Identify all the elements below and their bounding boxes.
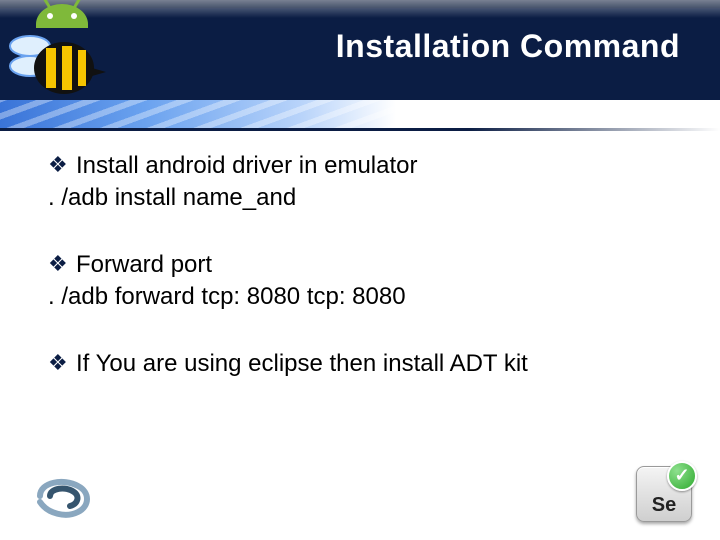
command-line: . /adb forward tcp: 8080 tcp: 8080: [48, 281, 678, 313]
bullet-line: ❖ Install android driver in emulator: [48, 150, 678, 182]
content-block: ❖ Install android driver in emulator . /…: [48, 150, 678, 215]
selenium-logo-icon: Se ✓: [636, 466, 692, 522]
header-streak: [0, 100, 720, 130]
command-line: . /adb install name_and: [48, 182, 678, 214]
bullet-line: ❖ Forward port: [48, 249, 678, 281]
bullet-text: If You are using eclipse then install AD…: [76, 350, 528, 377]
android-bee-mascot-icon: [6, 0, 116, 110]
swirl-logo-icon: [30, 472, 100, 520]
diamond-bullet-icon: ❖: [48, 253, 68, 275]
bullet-text: Forward port: [76, 251, 212, 278]
bullet-text: Install android driver in emulator: [76, 152, 418, 179]
bullet-line: ❖ If You are using eclipse then install …: [48, 348, 678, 380]
diamond-bullet-icon: ❖: [48, 352, 68, 374]
content-block: ❖ If You are using eclipse then install …: [48, 348, 678, 380]
slide: Installation Command ❖ Insta: [0, 0, 720, 540]
header-underline: [0, 128, 720, 131]
checkmark-icon: ✓: [667, 461, 697, 491]
selenium-logo-label: Se: [652, 494, 676, 517]
slide-title: Installation Command: [336, 28, 680, 65]
diamond-bullet-icon: ❖: [48, 154, 68, 176]
content-block: ❖ Forward port . /adb forward tcp: 8080 …: [48, 249, 678, 314]
slide-body: ❖ Install android driver in emulator . /…: [48, 150, 678, 414]
